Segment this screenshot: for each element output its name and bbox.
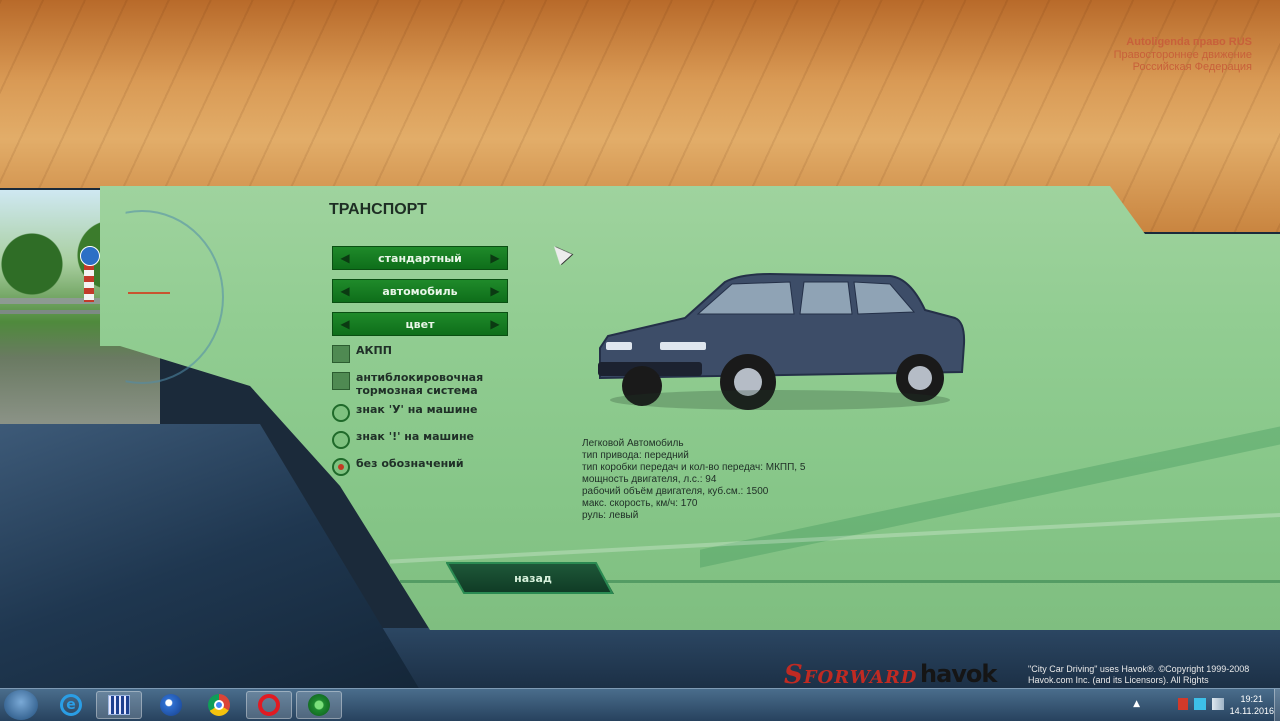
radio-button[interactable]	[332, 404, 350, 422]
spec-steering: руль: левый	[582, 510, 639, 521]
car-shadow	[610, 390, 950, 410]
taskbar-clock[interactable]: 19:21 14.11.2016	[1230, 693, 1274, 717]
spec-type: Легковой Автомобиль	[582, 438, 684, 449]
spec-gearbox: тип коробки передач и кол-во передач: МК…	[582, 462, 806, 473]
selector-label: стандартный	[378, 251, 462, 265]
vehicle-specs: Легковой Автомобиль тип привода: передни…	[582, 438, 805, 522]
taskbar-media-player[interactable]	[148, 691, 194, 719]
region-line-2: Правостороннее движение	[1113, 48, 1252, 61]
speedometer-needle	[128, 292, 170, 294]
selector-standard[interactable]: ◀ стандартный ▶	[332, 246, 508, 270]
selector-vehicle[interactable]: ◀ автомобиль ▶	[332, 279, 508, 303]
option-no-sign[interactable]: без обозначений	[332, 457, 464, 476]
chrome-icon	[208, 694, 230, 716]
forward-logo-text: FORWARD	[803, 667, 918, 688]
havok-logo-text: havok	[920, 660, 997, 688]
back-button-outline	[446, 562, 614, 594]
opera-icon	[258, 694, 280, 716]
spec-max-speed: макс. скорость, км/ч: 170	[582, 498, 698, 509]
option-label: антиблокировочная тормозная система	[356, 371, 484, 397]
copyright-text: "City Car Driving" uses Havok®. ©Copyrig…	[1028, 664, 1249, 686]
option-automatic-transmission[interactable]: АКПП	[332, 344, 392, 363]
option-sign-exclamation[interactable]: знак '!' на машине	[332, 430, 475, 449]
region-info: Autoligenda право RUS Правостороннее дви…	[1114, 36, 1252, 74]
car-preview-image	[590, 270, 970, 420]
option-label: знак '!' на машине	[356, 430, 475, 443]
taskbar-city-car-driving[interactable]	[296, 691, 342, 719]
start-button-icon[interactable]	[4, 690, 38, 720]
copyright-line-1: "City Car Driving" uses Havok®. ©Copyrig…	[1028, 664, 1250, 674]
clock-time: 19:21	[1240, 694, 1264, 704]
checkbox[interactable]	[332, 345, 350, 363]
taskbar-internet-explorer[interactable]: e	[48, 691, 94, 719]
film-folder-icon	[108, 695, 130, 715]
taskbar-media-folder[interactable]	[96, 691, 142, 719]
windows-taskbar: e ▲ 19:21 14.11.2016	[0, 688, 1280, 721]
radio-button-selected[interactable]	[332, 458, 350, 476]
arrow-right-icon[interactable]: ▶	[487, 285, 503, 297]
region-line-3: Российская Федерация	[1132, 61, 1252, 73]
road-sign-icon	[80, 246, 100, 266]
selector-color[interactable]: ◀ цвет ▶	[332, 312, 508, 336]
system-tray	[1178, 698, 1224, 710]
arrow-right-icon[interactable]: ▶	[487, 252, 503, 264]
show-desktop-button[interactable]	[1274, 689, 1280, 721]
spec-drive: тип привода: передний	[582, 450, 689, 461]
selector-label: цвет	[405, 317, 435, 331]
network-icon[interactable]	[1212, 698, 1224, 710]
arrow-left-icon[interactable]: ◀	[337, 252, 353, 264]
option-label: без обозначений	[356, 457, 464, 470]
option-label: знак 'У' на машине	[356, 403, 478, 416]
display-icon[interactable]	[1194, 698, 1206, 710]
selector-label: автомобиль	[382, 284, 458, 298]
option-abs[interactable]: антиблокировочная тормозная система	[332, 371, 546, 397]
taskbar-opera[interactable]	[246, 691, 292, 719]
taskbar-chrome[interactable]	[196, 691, 242, 719]
spec-power: мощность двигателя, л.с.: 94	[582, 474, 717, 485]
spec-displacement: рабочий объём двигателя, куб.см.: 1500	[582, 486, 769, 497]
city-car-driving-icon	[308, 694, 330, 716]
section-title: ТРАНСПОРТ	[329, 201, 427, 218]
arrow-right-icon[interactable]: ▶	[487, 318, 503, 330]
arrow-left-icon[interactable]: ◀	[337, 285, 353, 297]
havok-logo: havok	[920, 660, 997, 688]
copyright-line-2: Havok.com Inc. (and its Licensors). All …	[1028, 675, 1209, 685]
clock-date: 14.11.2016	[1229, 706, 1274, 716]
region-line-1: Autoligenda право RUS	[1126, 36, 1252, 48]
arrow-left-icon[interactable]: ◀	[337, 318, 353, 330]
media-player-icon	[160, 694, 182, 716]
checkbox[interactable]	[332, 372, 350, 390]
tray-expand-icon[interactable]: ▲	[1133, 699, 1140, 709]
option-label: АКПП	[356, 344, 392, 357]
action-center-flag-icon[interactable]	[1178, 698, 1188, 710]
internet-explorer-icon: e	[60, 694, 82, 716]
forward-logo: SFORWARD	[784, 660, 918, 690]
radio-button[interactable]	[332, 431, 350, 449]
option-sign-u[interactable]: знак 'У' на машине	[332, 403, 478, 422]
